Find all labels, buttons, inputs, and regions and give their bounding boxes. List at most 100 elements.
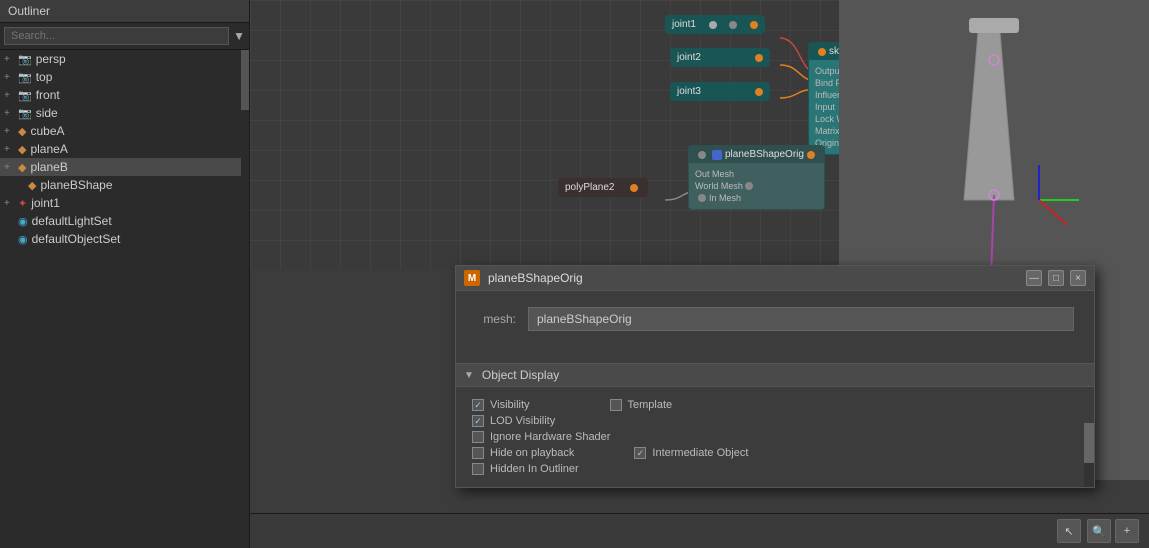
node-polyPlane2[interactable]: polyPlane2 xyxy=(558,178,648,197)
label-lod-visibility: LOD Visibility xyxy=(490,415,555,427)
mesh-label: mesh: xyxy=(476,312,516,326)
port-polyPlane2-out xyxy=(630,184,638,192)
expand-icon-persp: + xyxy=(4,54,18,65)
mesh-value-input[interactable] xyxy=(528,307,1074,331)
label-planeA: planeA xyxy=(30,142,67,156)
zoom-out-button[interactable]: + xyxy=(1115,519,1139,543)
label-out-mesh: Out Mesh xyxy=(695,169,734,179)
bottom-toolbar: ↖ 🔍 + xyxy=(250,513,1149,548)
port-planeBShapeOrig-shape xyxy=(712,150,722,160)
node-polyPlane2-header: polyPlane2 xyxy=(559,179,647,196)
outliner-search-bar: ▼ xyxy=(0,23,249,50)
port-in-mesh-orig xyxy=(698,194,706,202)
sidebar-item-cubeA[interactable]: + ◆ cubeA xyxy=(0,122,249,140)
checkbox-hide-playback[interactable] xyxy=(472,447,484,459)
prop-row-visibility: ✓ Visibility Template xyxy=(472,399,1078,411)
prop-row-ignore-hw-shader: Ignore Hardware Shader xyxy=(472,431,1078,443)
label-planeBShape: planeBShape xyxy=(40,178,112,192)
sidebar-item-defaultObjectSet[interactable]: ◉ defaultObjectSet xyxy=(0,230,249,248)
checkbox-visibility[interactable]: ✓ xyxy=(472,399,484,411)
node-joint3-label: joint3 xyxy=(677,86,701,97)
port-world-mesh xyxy=(745,182,753,190)
section-header-object-display[interactable]: ▼ Object Display xyxy=(456,363,1094,387)
row-out-mesh: Out Mesh xyxy=(695,169,818,179)
prop-row-hidden-outliner: Hidden In Outliner xyxy=(472,463,1078,475)
sidebar-item-planeBShape[interactable]: ◆ planeBShape xyxy=(0,176,249,194)
node-planeBShapeOrig[interactable]: planeBShapeOrig Out Mesh World Mesh In M… xyxy=(688,145,825,210)
search-input[interactable] xyxy=(4,27,229,45)
checkbox-intermediate-object[interactable]: ✓ xyxy=(634,447,646,459)
checkbox-lod-visibility[interactable]: ✓ xyxy=(472,415,484,427)
outliner-panel: Outliner ▼ + 📷 persp + 📷 top + 📷 front +… xyxy=(0,0,250,548)
checkbox-template[interactable] xyxy=(610,399,622,411)
properties-dialog: M planeBShapeOrig — □ × mesh: ▼ Object D… xyxy=(455,265,1095,488)
label-matrix: Matrix xyxy=(815,126,840,136)
dialog-title-icon: M xyxy=(464,270,480,286)
label-ignore-hw-shader: Ignore Hardware Shader xyxy=(490,431,610,443)
outliner-scrollbar-thumb[interactable] xyxy=(241,50,249,110)
sidebar-item-top[interactable]: + 📷 top xyxy=(0,68,249,86)
label-top: top xyxy=(36,70,53,84)
sidebar-item-front[interactable]: + 📷 front xyxy=(0,86,249,104)
node-joint3-dot xyxy=(755,88,763,96)
sidebar-item-defaultLightSet[interactable]: ◉ defaultLightSet xyxy=(0,212,249,230)
label-side: side xyxy=(36,106,58,120)
dialog-minimize-button[interactable]: — xyxy=(1026,270,1042,286)
expand-icon-top: + xyxy=(4,72,18,83)
dialog-close-button[interactable]: × xyxy=(1070,270,1086,286)
node-joint2[interactable]: joint2 xyxy=(670,48,770,67)
camera-icon-front: 📷 xyxy=(18,89,32,102)
shape-icon-planeA: ◆ xyxy=(18,143,26,156)
expand-icon-cubeA: + xyxy=(4,126,18,137)
camera-icon-top: 📷 xyxy=(18,71,32,84)
label-joint1: joint1 xyxy=(31,196,60,210)
sidebar-item-side[interactable]: + 📷 side xyxy=(0,104,249,122)
label-planeB: planeB xyxy=(30,160,67,174)
node-polyPlane2-label: polyPlane2 xyxy=(565,182,614,193)
label-template: Template xyxy=(628,399,673,411)
label-hidden-outliner: Hidden In Outliner xyxy=(490,463,579,475)
expand-icon-side: + xyxy=(4,108,18,119)
node-planeBShapeOrig-body: Out Mesh World Mesh In Mesh xyxy=(689,163,824,209)
joint-icon-joint1: ✦ xyxy=(18,197,27,210)
shape-icon-cubeA: ◆ xyxy=(18,125,26,138)
label-defaultObjectSet: defaultObjectSet xyxy=(32,232,121,246)
node-joint1-dot3 xyxy=(750,21,758,29)
sidebar-item-planeA[interactable]: + ◆ planeA xyxy=(0,140,249,158)
outliner-title: Outliner xyxy=(0,0,249,23)
props-scrollbar[interactable] xyxy=(1084,423,1094,487)
port-planeBShapeOrig-out xyxy=(807,151,815,159)
node-joint3[interactable]: joint3 xyxy=(670,82,770,101)
label-hide-playback: Hide on playback xyxy=(490,447,574,459)
node-joint2-dot xyxy=(755,54,763,62)
dialog-maximize-button[interactable]: □ xyxy=(1048,270,1064,286)
node-joint2-label: joint2 xyxy=(677,52,701,63)
dialog-titlebar: M planeBShapeOrig — □ × xyxy=(456,266,1094,291)
dialog-body: mesh: xyxy=(456,291,1094,363)
label-intermediate-object: Intermediate Object xyxy=(652,447,748,459)
search-dropdown-icon[interactable]: ▼ xyxy=(233,29,245,43)
select-tool-button[interactable]: ↖ xyxy=(1057,519,1081,543)
prop-row-lod-visibility: ✓ LOD Visibility xyxy=(472,415,1078,427)
label-persp: persp xyxy=(36,52,66,66)
node-planeBShapeOrig-header: planeBShapeOrig xyxy=(689,146,824,163)
port-skinnerCluster3-in xyxy=(818,48,826,56)
port-planeBShapeOrig-in xyxy=(698,151,706,159)
camera-icon-persp: 📷 xyxy=(18,53,32,66)
outliner-scrollbar[interactable] xyxy=(241,50,249,548)
section-collapse-arrow[interactable]: ▼ xyxy=(464,370,474,381)
row-in-mesh-orig: In Mesh xyxy=(695,193,818,203)
node-joint1[interactable]: joint1 xyxy=(665,15,765,34)
sidebar-item-planeB[interactable]: + ◆ planeB xyxy=(0,158,249,176)
sidebar-item-joint1[interactable]: + ✦ joint1 xyxy=(0,194,249,212)
props-scrollbar-thumb[interactable] xyxy=(1084,423,1094,463)
label-world-mesh: World Mesh xyxy=(695,181,743,191)
node-joint1-dot2 xyxy=(729,21,737,29)
checkbox-ignore-hw-shader[interactable] xyxy=(472,431,484,443)
sidebar-item-persp[interactable]: + 📷 persp xyxy=(0,50,249,68)
node-joint2-header: joint2 xyxy=(671,49,769,66)
outliner-content: + 📷 persp + 📷 top + 📷 front + 📷 side + ◆… xyxy=(0,50,249,548)
checkbox-hidden-outliner[interactable] xyxy=(472,463,484,475)
zoom-in-button[interactable]: 🔍 xyxy=(1087,519,1111,543)
mesh-row: mesh: xyxy=(476,307,1074,331)
